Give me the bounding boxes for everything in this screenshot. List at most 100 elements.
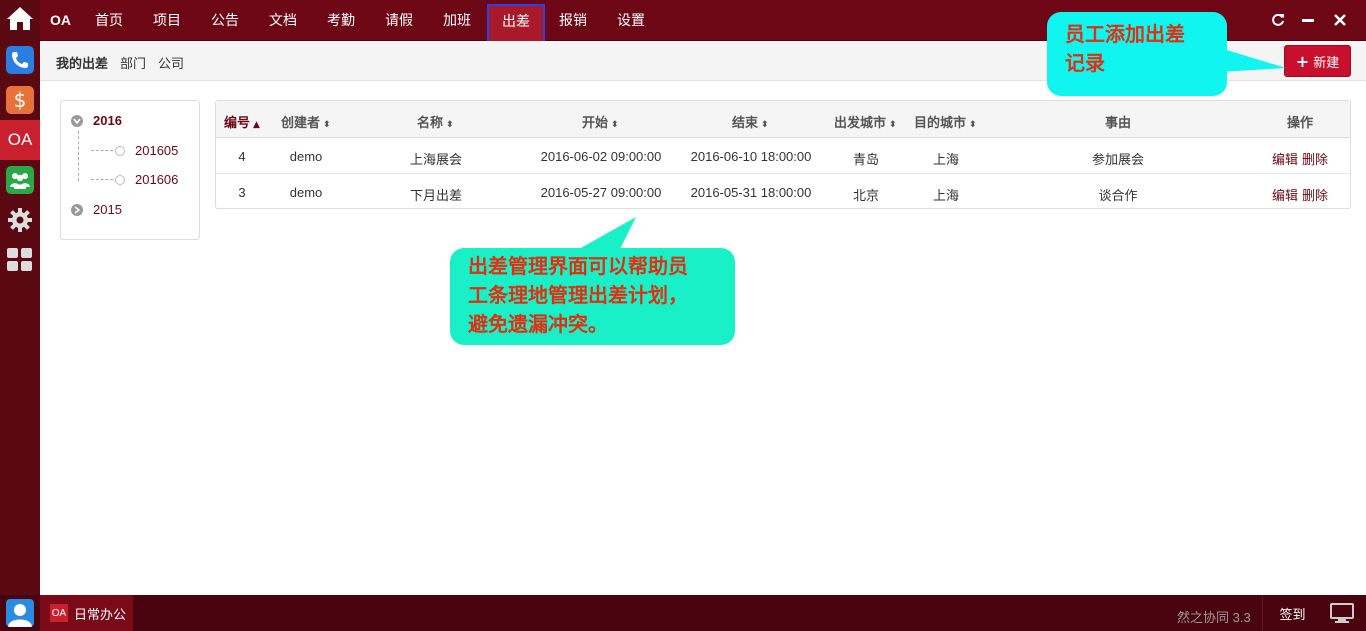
tab-my-trips[interactable]: 我的出差 — [56, 53, 108, 72]
plus-icon: + — [1295, 51, 1310, 71]
nav-home[interactable]: 首页 — [87, 0, 131, 41]
nav-settings[interactable]: 设置 — [609, 0, 653, 41]
tree-connector — [78, 131, 79, 181]
tree-month-label: 201606 — [135, 172, 179, 187]
col-start-label: 开始 — [582, 115, 609, 130]
nav-overtime[interactable]: 加班 — [435, 0, 479, 41]
home-icon[interactable] — [6, 4, 34, 32]
cell-name: 上海展会 — [409, 152, 463, 167]
left-app-bar: $ OA — [0, 0, 40, 595]
tree-leaf-icon — [115, 174, 125, 185]
annotation-callout-add: 员工添加出差 记录 — [1047, 12, 1227, 96]
sort-asc-icon: ▲ — [253, 120, 260, 130]
cell-reason: 谈合作 — [1098, 188, 1138, 203]
nav-attendance[interactable]: 考勤 — [319, 0, 363, 41]
delete-link[interactable]: 删除 — [1302, 185, 1328, 204]
apps-grid-icon[interactable] — [6, 246, 34, 274]
col-from-city[interactable]: 出发城市 ⬍ — [834, 112, 897, 131]
nav-project[interactable]: 项目 — [145, 0, 189, 41]
desktop-icon[interactable] — [1330, 603, 1354, 626]
col-from-city-label: 出发城市 — [834, 115, 887, 130]
tree-month-201605[interactable]: 201605 — [91, 143, 178, 158]
oa-app-icon[interactable]: OA — [0, 120, 40, 160]
user-avatar-icon[interactable] — [6, 599, 34, 627]
callout-text: 避免遗漏冲突。 — [468, 312, 608, 336]
tree-year-2015[interactable]: 2015 — [71, 202, 122, 217]
tree-leaf-icon — [115, 145, 125, 156]
col-id-label: 编号 — [224, 115, 251, 130]
sort-icon: ⬍ — [761, 120, 769, 130]
tree-month-201606[interactable]: 201606 — [91, 172, 178, 187]
sort-icon: ⬍ — [446, 120, 454, 130]
edit-link[interactable]: 编辑 — [1272, 185, 1298, 204]
nav-business-trip[interactable]: 出差 — [487, 4, 545, 43]
taskbar-app-label: 日常办公 — [74, 606, 127, 622]
tree-connector — [91, 150, 113, 151]
col-reason: 事由 — [1105, 115, 1132, 130]
date-tree: 2016 201605 201606 2015 — [60, 100, 200, 240]
table-row[interactable]: 4 demo 上海展会 2016-06-02 09:00:00 2016-06-… — [216, 138, 1350, 174]
tree-connector — [91, 179, 113, 180]
callout-text: 员工添加出差 — [1065, 22, 1185, 46]
col-start[interactable]: 开始 ⬍ — [582, 112, 619, 131]
chevron-down-icon[interactable] — [71, 114, 83, 127]
cell-to-city: 上海 — [932, 152, 960, 167]
col-end-label: 结束 — [732, 115, 759, 130]
minimize-icon[interactable] — [1298, 10, 1318, 30]
tab-company[interactable]: 公司 — [158, 53, 184, 72]
sort-icon: ⬍ — [323, 120, 331, 130]
tree-month-label: 201605 — [135, 143, 179, 158]
nav-announcement[interactable]: 公告 — [203, 0, 247, 41]
cell-from-city: 青岛 — [852, 152, 880, 167]
cell-start: 2016-06-02 09:00:00 — [540, 149, 662, 164]
col-id[interactable]: 编号 ▲ — [224, 112, 260, 131]
cell-end: 2016-05-31 18:00:00 — [690, 185, 812, 200]
nav-reimbursement[interactable]: 报销 — [551, 0, 595, 41]
col-to-city-label: 目的城市 — [914, 115, 967, 130]
version-label: 然之协同 3.3 — [1177, 610, 1251, 625]
sign-in-button[interactable]: 签到 — [1262, 595, 1322, 631]
col-name[interactable]: 名称 ⬍ — [417, 112, 454, 131]
close-icon[interactable] — [1330, 10, 1350, 30]
table-header: 编号 ▲ 创建者 ⬍ 名称 ⬍ 开始 ⬍ 结束 ⬍ 出发城市 ⬍ 目的城市 ⬍ 事由 操作 — [216, 101, 1350, 138]
taskbar-app-oa[interactable]: OA 日常办公 — [40, 595, 133, 631]
nav-leave[interactable]: 请假 — [377, 0, 421, 41]
sort-icon: ⬍ — [611, 120, 619, 130]
brand-logo[interactable]: OA — [50, 12, 71, 28]
col-name-label: 名称 — [417, 115, 444, 130]
col-creator[interactable]: 创建者 ⬍ — [281, 112, 331, 131]
refresh-icon[interactable] — [1268, 10, 1288, 30]
cell-end: 2016-06-10 18:00:00 — [690, 149, 812, 164]
sort-icon: ⬍ — [969, 120, 977, 130]
table-row[interactable]: 3 demo 下月出差 2016-05-27 09:00:00 2016-05-… — [216, 174, 1350, 210]
tab-department[interactable]: 部门 — [120, 53, 146, 72]
oa-mini-icon: OA — [50, 604, 68, 622]
cell-creator: demo — [289, 185, 323, 200]
cell-name: 下月出差 — [409, 188, 463, 203]
trip-table: 编号 ▲ 创建者 ⬍ 名称 ⬍ 开始 ⬍ 结束 ⬍ 出发城市 ⬍ 目的城市 ⬍ 事由 操作 4… — [215, 100, 1351, 209]
cell-reason: 参加展会 — [1091, 152, 1145, 167]
delete-link[interactable]: 删除 — [1302, 149, 1328, 168]
new-trip-button[interactable]: + 新建 — [1284, 45, 1351, 77]
cell-from-city: 北京 — [852, 188, 880, 203]
taskbar: OA 日常办公 然之协同 3.3 签到 — [0, 595, 1366, 631]
phone-icon[interactable] — [6, 46, 34, 74]
callout-text: 记录 — [1065, 51, 1105, 75]
cell-creator: demo — [289, 149, 323, 164]
nav-document[interactable]: 文档 — [261, 0, 305, 41]
callout-pointer — [1220, 48, 1286, 72]
col-end[interactable]: 结束 ⬍ — [732, 112, 769, 131]
annotation-callout-description: 出差管理界面可以帮助员 工条理地管理出差计划， 避免遗漏冲突。 — [450, 248, 735, 345]
tree-year-2016[interactable]: 2016 — [71, 113, 122, 128]
team-icon[interactable] — [6, 166, 34, 194]
chevron-right-icon[interactable] — [71, 203, 83, 216]
new-button-label: 新建 — [1313, 54, 1340, 70]
cell-id: 3 — [238, 185, 246, 200]
edit-link[interactable]: 编辑 — [1272, 149, 1298, 168]
gear-icon[interactable] — [6, 206, 34, 234]
finance-icon[interactable]: $ — [6, 86, 34, 114]
col-creator-label: 创建者 — [281, 115, 321, 130]
tree-year-label: 2015 — [93, 202, 122, 217]
col-to-city[interactable]: 目的城市 ⬍ — [914, 112, 977, 131]
callout-text: 出差管理界面可以帮助员 — [468, 254, 688, 278]
